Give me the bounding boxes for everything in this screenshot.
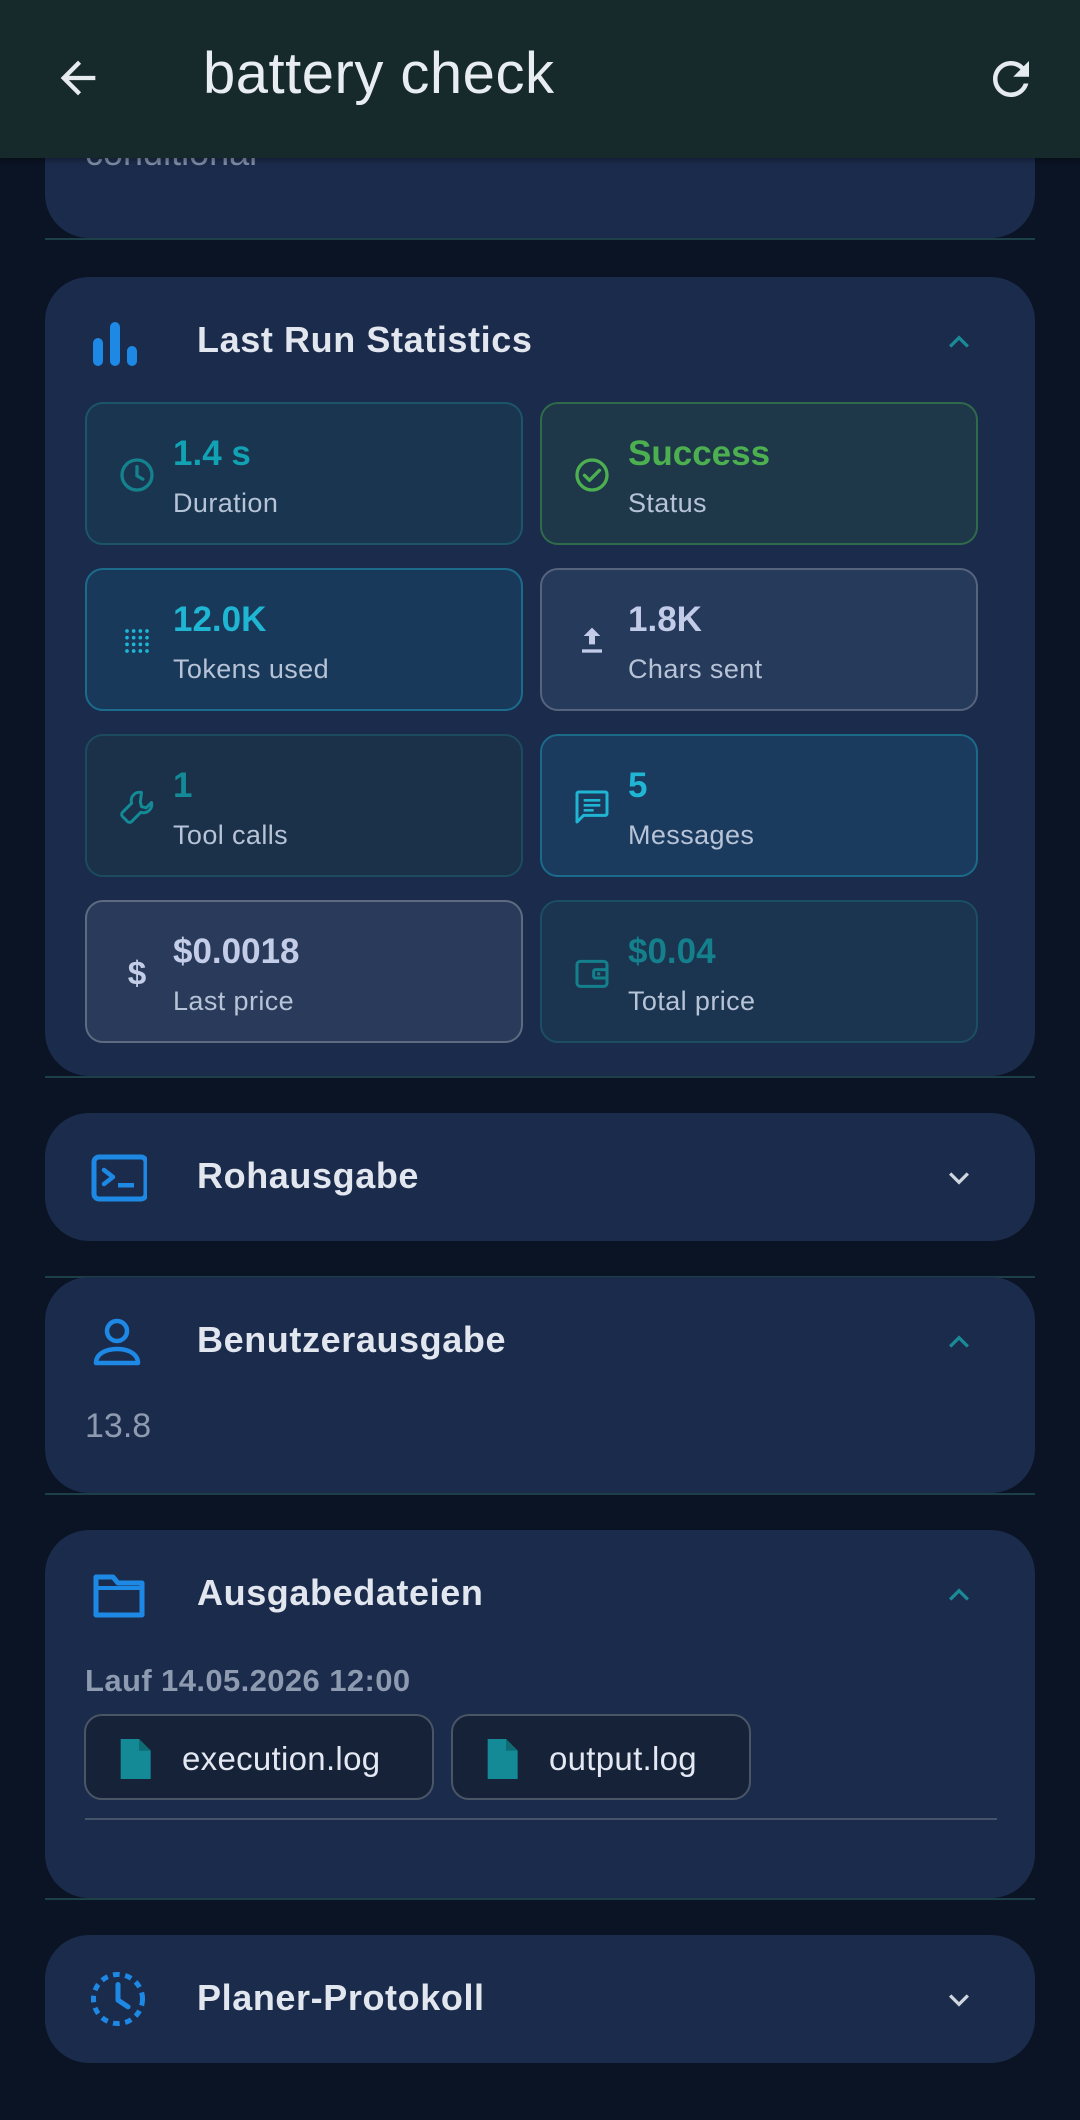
wallet-icon — [575, 959, 609, 988]
stat-duration: 1.4 s Duration — [85, 402, 523, 545]
stat-value: $0.04 — [628, 932, 716, 971]
stat-value: 1 — [173, 766, 193, 805]
chevron-down-icon[interactable] — [939, 1158, 979, 1198]
file-icon — [487, 1739, 518, 1779]
chevron-down-icon[interactable] — [939, 1980, 979, 2020]
stat-value: 5 — [628, 766, 648, 805]
file-chip-label: output.log — [549, 1740, 697, 1777]
chevron-up-icon[interactable] — [939, 1322, 979, 1362]
chevron-up-icon[interactable] — [939, 322, 979, 362]
dollar-icon: $ — [128, 956, 147, 993]
stat-value: Success — [628, 434, 771, 473]
stat-label: Status — [628, 488, 707, 518]
raw-output-header[interactable]: Rohausgabe — [45, 1113, 1035, 1241]
clock-dashed-icon — [90, 1971, 146, 2027]
stat-label: Tokens used — [173, 654, 329, 684]
scheduler-log-title: Planer-Protokoll — [197, 1977, 485, 2018]
token-grid-icon — [125, 629, 149, 653]
stat-status: Success Status — [540, 402, 978, 545]
user-output-card: Benutzerausgabe 13.8 — [45, 1277, 1035, 1493]
stat-label: Tool calls — [173, 820, 289, 850]
wrench-icon — [120, 790, 154, 824]
stat-label: Messages — [628, 820, 755, 850]
arrow-left-icon[interactable] — [52, 52, 104, 104]
app-bar: battery check — [0, 0, 1080, 158]
stat-total-price: $0.04 Total price — [540, 900, 978, 1043]
run-label: Lauf 14.05.2026 12:00 — [85, 1663, 411, 1698]
folder-icon — [93, 1574, 145, 1618]
divider — [45, 1076, 1035, 1078]
stat-tool-calls: 1 Tool calls — [85, 734, 523, 877]
page-title: battery check — [203, 41, 555, 106]
stat-last-price: $ $0.0018 Last price — [85, 900, 523, 1043]
refresh-icon[interactable] — [984, 52, 1038, 106]
stat-label: Total price — [628, 986, 756, 1016]
scheduler-log-card[interactable]: Planer-Protokoll — [45, 1935, 1035, 2063]
stat-chars-sent: 1.8K Chars sent — [540, 568, 978, 711]
user-output-header[interactable]: Benutzerausgabe — [45, 1277, 1035, 1405]
scheduler-log-header[interactable]: Planer-Protokoll — [45, 1935, 1035, 2063]
stat-label: Chars sent — [628, 654, 763, 684]
raw-output-card[interactable]: Rohausgabe — [45, 1113, 1035, 1241]
file-chip-label: execution.log — [182, 1740, 381, 1777]
divider — [45, 238, 1035, 240]
file-icon — [120, 1739, 151, 1779]
stat-value: 1.4 s — [173, 434, 251, 473]
output-files-header[interactable]: Ausgabedateien — [45, 1530, 1035, 1658]
stat-tokens: 12.0K Tokens used — [85, 568, 523, 711]
upload-icon — [582, 627, 602, 653]
last-run-title: Last Run Statistics — [197, 319, 533, 360]
stat-label: Duration — [173, 488, 279, 518]
stat-label: Last price — [173, 986, 295, 1016]
file-chip-execution-log[interactable]: execution.log — [84, 1714, 434, 1800]
bar-chart-icon — [93, 322, 137, 366]
check-circle-icon — [575, 458, 609, 492]
chevron-up-icon[interactable] — [939, 1575, 979, 1615]
clock-icon — [120, 458, 154, 492]
divider — [45, 1898, 1035, 1900]
raw-output-title: Rohausgabe — [197, 1155, 420, 1196]
output-files-title: Ausgabedateien — [197, 1572, 484, 1613]
terminal-icon — [91, 1154, 147, 1202]
last-run-header[interactable]: Last Run Statistics — [45, 277, 1035, 405]
user-output-value: 13.8 — [85, 1407, 152, 1445]
message-icon — [575, 790, 609, 824]
svg-text:$: $ — [128, 956, 147, 993]
person-icon — [93, 1318, 141, 1366]
last-run-card: Last Run Statistics 1.4 s Duration Succe… — [45, 277, 1035, 1076]
stat-value: 12.0K — [173, 600, 267, 639]
stat-value: 1.8K — [628, 600, 702, 639]
stat-messages: 5 Messages — [540, 734, 978, 877]
stat-value: $0.0018 — [173, 932, 300, 971]
user-output-title: Benutzerausgabe — [197, 1319, 507, 1360]
file-chip-output-log[interactable]: output.log — [451, 1714, 751, 1800]
files-divider — [85, 1818, 997, 1820]
divider — [45, 1493, 1035, 1495]
